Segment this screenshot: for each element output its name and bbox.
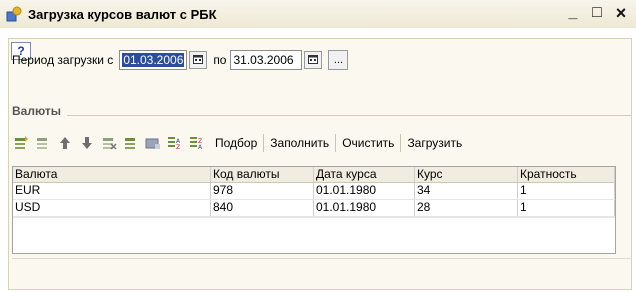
cell-currency: USD (13, 200, 211, 216)
window-title: Загрузка курсов валют с РБК (28, 6, 217, 22)
table-empty-area[interactable] (13, 217, 615, 256)
copy-row-icon[interactable] (34, 134, 52, 152)
sort-descending-icon[interactable]: ZA (188, 134, 206, 152)
period-to-value: 31.03.2006 (233, 53, 294, 67)
sort-ascending-icon[interactable]: AZ (166, 134, 184, 152)
calendar-icon (308, 53, 319, 67)
period-to-input[interactable]: 31.03.2006 (230, 50, 303, 70)
toolbar-separator (263, 134, 265, 152)
toolbar-separator (400, 134, 402, 152)
period-to-label: по (213, 53, 227, 67)
currencies-table[interactable]: Валюта Код валюты Дата курса Курс Кратно… (12, 166, 616, 254)
table-row[interactable]: USD 840 01.01.1980 28 1 (13, 200, 615, 217)
currencies-group-title: Валюты (12, 104, 68, 118)
move-down-icon[interactable] (78, 134, 96, 152)
period-from-value: 01.03.2006 (122, 53, 185, 67)
cell-code: 840 (211, 200, 314, 216)
cell-rate: 34 (415, 183, 518, 199)
window-titlebar: Загрузка курсов валют с РБК _ □ × (0, 0, 636, 28)
cell-currency: EUR (13, 183, 211, 199)
fill-button[interactable]: Заполнить (265, 134, 334, 152)
cell-multiplicity: 1 (518, 183, 615, 199)
column-header-rate[interactable]: Курс (415, 167, 518, 182)
toolbar-separator (335, 134, 337, 152)
bottom-separator (12, 258, 632, 259)
close-button[interactable]: × (612, 2, 630, 24)
period-row: Период загрузки с 01.03.2006 по 31.03.20… (12, 50, 349, 70)
cell-rate-date: 01.01.1980 (314, 200, 415, 216)
move-up-icon[interactable] (56, 134, 74, 152)
period-from-input[interactable]: 01.03.2006 (119, 50, 188, 70)
cell-code: 978 (211, 183, 314, 199)
add-row-icon[interactable] (12, 134, 30, 152)
svg-text:A: A (198, 144, 203, 150)
table-row[interactable]: EUR 978 01.01.1980 34 1 (13, 183, 615, 200)
column-header-multiplicity[interactable]: Кратность (518, 167, 615, 182)
load-button[interactable]: Загрузить (402, 134, 467, 152)
period-more-button[interactable]: ... (328, 50, 349, 70)
maximize-button[interactable]: □ (588, 2, 606, 24)
cell-rate: 28 (415, 200, 518, 216)
edit-row-icon[interactable] (122, 134, 140, 152)
period-from-label: Период загрузки с (12, 53, 114, 67)
column-header-currency[interactable]: Валюта (13, 167, 211, 182)
pick-button[interactable]: Подбор (210, 134, 262, 152)
group-separator (12, 115, 632, 116)
minimize-button[interactable]: _ (564, 2, 582, 24)
calendar-to-button[interactable] (304, 51, 323, 69)
cell-multiplicity: 1 (518, 200, 615, 216)
app-icon (6, 6, 22, 22)
svg-text:Z: Z (176, 144, 180, 150)
currencies-toolbar: AZ ZA Подбор Заполнить Очистить Загрузит… (12, 133, 467, 153)
column-header-code[interactable]: Код валюты (211, 167, 314, 182)
column-header-rate-date[interactable]: Дата курса (314, 167, 415, 182)
cell-rate-date: 01.01.1980 (314, 183, 415, 199)
calendar-from-button[interactable] (189, 51, 208, 69)
delete-row-icon[interactable] (100, 134, 118, 152)
calendar-icon (193, 53, 204, 67)
table-settings-icon[interactable] (144, 134, 162, 152)
clear-button[interactable]: Очистить (337, 134, 399, 152)
table-header: Валюта Код валюты Дата курса Курс Кратно… (13, 167, 615, 183)
